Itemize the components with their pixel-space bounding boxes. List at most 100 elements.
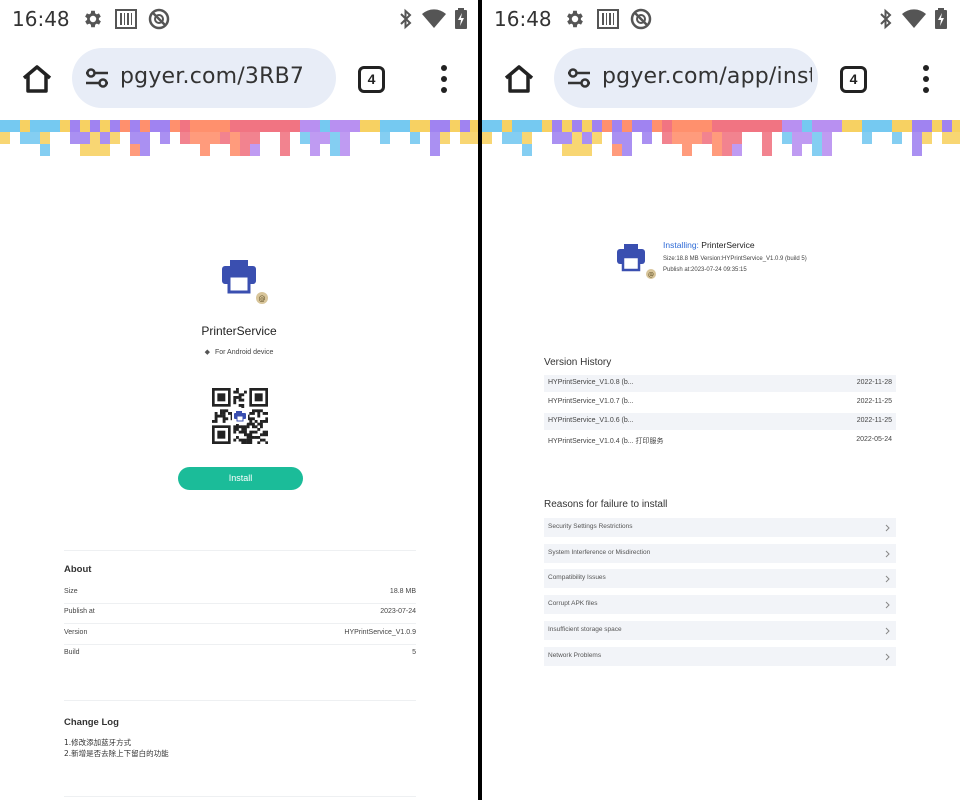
address-bar[interactable]: pgyer.com/app/inst [554, 48, 818, 108]
site-settings-icon[interactable] [566, 66, 592, 90]
banner-block [340, 120, 350, 132]
banner-block [40, 144, 50, 156]
failure-reason-item[interactable]: System Interference or Misdirection [544, 543, 896, 563]
banner-block [952, 132, 960, 144]
banner-block [320, 120, 330, 132]
banner-block [602, 120, 612, 132]
banner-block [280, 132, 290, 144]
banner-block [682, 120, 692, 132]
banner-block [210, 120, 220, 132]
banner-block [80, 120, 90, 132]
battery-icon [454, 8, 468, 30]
banner-block [430, 144, 440, 156]
info-key: Publish at [64, 608, 95, 615]
banner-block [200, 120, 210, 132]
banner-block [562, 132, 572, 144]
banner-block [912, 132, 922, 144]
printer-icon: @ [617, 244, 656, 279]
more-menu-button[interactable] [436, 64, 452, 94]
banner-block [782, 120, 792, 132]
banner-block [762, 132, 772, 144]
banner-block [902, 120, 912, 132]
banner-block [712, 132, 722, 144]
banner-block [752, 120, 762, 132]
status-bar: 16:48 [0, 0, 478, 36]
install-meta-publish: Publish at:2023-07-24 09:35:15 [663, 267, 747, 273]
banner-block [110, 120, 120, 132]
failure-reason-item[interactable]: Insufficient storage space [544, 620, 896, 640]
banner-block [140, 120, 150, 132]
failure-reason-text: Corrupt APK files [548, 600, 598, 608]
site-settings-icon[interactable] [84, 66, 110, 90]
banner-block [220, 120, 230, 132]
settings-icon [564, 8, 586, 30]
banner-block [310, 132, 320, 144]
failure-reason-item[interactable]: Compatibility Issues [544, 569, 896, 589]
banner-block [0, 120, 10, 132]
version-date: 2022-05-24 [856, 436, 892, 443]
banner-block [502, 120, 512, 132]
banner-block [240, 120, 250, 132]
address-bar[interactable]: pgyer.com/3RB7 [72, 48, 336, 108]
status-bar: 16:48 [482, 0, 960, 36]
url-text[interactable]: pgyer.com/app/inst [602, 64, 812, 89]
barcode-icon [115, 8, 137, 30]
banner-block [300, 132, 310, 144]
tab-switcher-button[interactable]: 4 [840, 66, 867, 93]
banner-block [40, 120, 50, 132]
home-button[interactable] [20, 62, 54, 96]
banner-block [430, 120, 440, 132]
banner-block [120, 120, 130, 132]
banner-block [190, 132, 200, 144]
failure-reason-item[interactable]: Security Settings Restrictions [544, 518, 896, 537]
banner-block [190, 120, 200, 132]
banner-block [772, 120, 782, 132]
banner-block [702, 132, 712, 144]
failure-reason-item[interactable]: Corrupt APK files [544, 595, 896, 615]
banner-block [792, 144, 802, 156]
qr-code [212, 388, 268, 444]
banner-block [20, 132, 30, 144]
banner-block [360, 120, 370, 132]
banner-block [762, 144, 772, 156]
installing-status: Installing: PrinterService [663, 240, 755, 250]
banner-block [140, 132, 150, 144]
banner-block [662, 132, 672, 144]
app-icon: @ [218, 256, 272, 308]
banner-block [90, 144, 100, 156]
more-menu-button[interactable] [918, 64, 934, 94]
url-text[interactable]: pgyer.com/3RB7 [120, 64, 330, 89]
tab-switcher-button[interactable]: 4 [358, 66, 385, 93]
svg-text:@: @ [259, 295, 266, 303]
banner-block [832, 120, 842, 132]
version-row[interactable]: HYPrintService_V1.0.4 (b... 打印服务 2022-05… [544, 432, 896, 449]
banner-block [512, 120, 522, 132]
banner-block [460, 120, 470, 132]
banner-block [240, 144, 250, 156]
no-disturb-icon [148, 8, 170, 30]
banner-block [380, 120, 390, 132]
banner-block [200, 144, 210, 156]
banner-block [682, 144, 692, 156]
banner-block [350, 120, 360, 132]
install-button[interactable]: Install [178, 467, 303, 490]
banner-block [160, 120, 170, 132]
version-row[interactable]: HYPrintService_V1.0.8 (b... 2022-11-28 [544, 375, 896, 392]
app-name: PrinterService [201, 324, 277, 338]
decorative-banner [482, 120, 960, 156]
banner-block [552, 132, 562, 144]
android-icon: ◆ [204, 349, 211, 356]
banner-block [30, 120, 40, 132]
chevron-right-icon [885, 653, 890, 660]
banner-block [812, 120, 822, 132]
version-row[interactable]: HYPrintService_V1.0.6 (b... 2022-11-25 [544, 413, 896, 430]
failure-reason-item[interactable]: Network Problems [544, 646, 896, 666]
version-row[interactable]: HYPrintService_V1.0.7 (b... 2022-11-25 [544, 394, 896, 411]
banner-block [310, 120, 320, 132]
banner-block [662, 120, 672, 132]
about-title: About [64, 564, 92, 575]
browser-toolbar: pgyer.com/app/inst 4 [482, 44, 960, 112]
home-button[interactable] [502, 62, 536, 96]
banner-block [390, 120, 400, 132]
banner-block [622, 144, 632, 156]
